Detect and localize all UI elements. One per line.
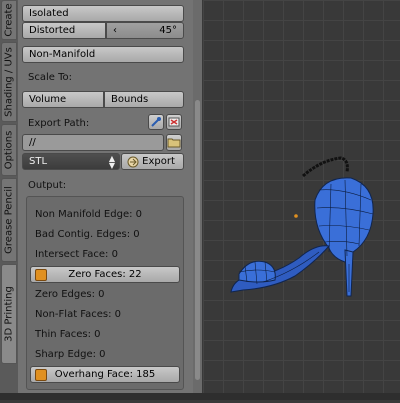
- output-label: Output:: [28, 180, 67, 191]
- format-select[interactable]: STL ▲ ▼: [22, 153, 120, 170]
- zero-edges-stat: Zero Edges: 0: [35, 289, 105, 300]
- output-report-box: Non Manifold Edge: 0 Bad Contig. Edges: …: [26, 196, 184, 390]
- sharp-edge-stat: Sharp Edge: 0: [35, 349, 106, 360]
- decrement-arrow-icon[interactable]: ‹: [113, 25, 117, 36]
- bounds-button[interactable]: Bounds: [104, 91, 184, 108]
- eyedropper-icon[interactable]: [148, 114, 164, 130]
- non-manifold-edge-stat: Non Manifold Edge: 0: [35, 209, 143, 220]
- distorted-button[interactable]: Distorted: [22, 22, 106, 39]
- tab-label: Create: [3, 3, 15, 37]
- tab-label: 3D Printing: [3, 286, 15, 342]
- isolated-label: Isolated: [29, 8, 69, 19]
- export-path-label: Export Path:: [28, 118, 90, 129]
- distorted-angle-value: 45°: [159, 25, 177, 36]
- tab-label: Shading / UVs: [3, 47, 15, 117]
- zero-faces-button[interactable]: Zero Faces: 22: [30, 266, 180, 283]
- tab-grease-pencil[interactable]: Grease Pencil: [1, 178, 17, 262]
- scrollbar-thumb[interactable]: [195, 100, 200, 380]
- tab-create[interactable]: Create: [1, 0, 17, 40]
- distorted-label: Distorted: [29, 25, 76, 36]
- format-value: STL: [29, 156, 48, 167]
- scale-to-label: Scale To:: [28, 72, 72, 83]
- tool-tab-strip: Create Shading / UVs Options Grease Penc…: [0, 0, 19, 400]
- stepper-arrows-icon: ▲ ▼: [108, 153, 115, 170]
- overhang-face-label: Overhang Face: 185: [54, 369, 156, 380]
- export-path-input[interactable]: //: [22, 134, 164, 151]
- export-label: Export: [142, 156, 175, 167]
- distorted-angle-field[interactable]: ‹ 45°: [106, 22, 184, 39]
- file-browser-icon[interactable]: [166, 134, 182, 151]
- intersect-face-stat: Intersect Face: 0: [35, 249, 118, 260]
- origin-dot: [294, 214, 298, 218]
- panel-scrollbar[interactable]: [193, 0, 202, 400]
- tab-label: Options: [3, 130, 15, 170]
- export-button[interactable]: Export: [121, 153, 184, 170]
- warning-icon: [35, 369, 47, 381]
- tab-label: Grease Pencil: [3, 186, 15, 254]
- tab-3d-printing[interactable]: 3D Printing: [1, 264, 17, 364]
- 3d-viewport[interactable]: [203, 0, 400, 400]
- non-manifold-label: Non-Manifold: [29, 49, 96, 60]
- thin-faces-stat: Thin Faces: 0: [35, 329, 101, 340]
- clear-path-icon[interactable]: [166, 114, 182, 130]
- bottom-status-bar: [0, 393, 400, 400]
- shoe-mesh-model[interactable]: [203, 0, 400, 400]
- zero-faces-label: Zero Faces: 22: [68, 269, 142, 280]
- warning-icon: [35, 269, 47, 281]
- non-manifold-button[interactable]: Non-Manifold: [22, 46, 184, 63]
- volume-label: Volume: [29, 94, 67, 105]
- export-path-value: //: [29, 137, 36, 148]
- volume-button[interactable]: Volume: [22, 91, 104, 108]
- bounds-label: Bounds: [111, 94, 149, 105]
- bad-contig-edges-stat: Bad Contig. Edges: 0: [35, 229, 140, 240]
- tab-shading-uvs[interactable]: Shading / UVs: [1, 42, 17, 122]
- tab-options[interactable]: Options: [1, 124, 17, 176]
- 3d-print-toolbox-panel: Isolated Distorted ‹ 45° Non-Manifold Sc…: [18, 0, 193, 400]
- overhang-face-button[interactable]: Overhang Face: 185: [30, 366, 180, 383]
- non-flat-faces-stat: Non-Flat Faces: 0: [35, 309, 122, 320]
- isolated-button[interactable]: Isolated: [22, 5, 184, 22]
- export-icon: [126, 155, 140, 171]
